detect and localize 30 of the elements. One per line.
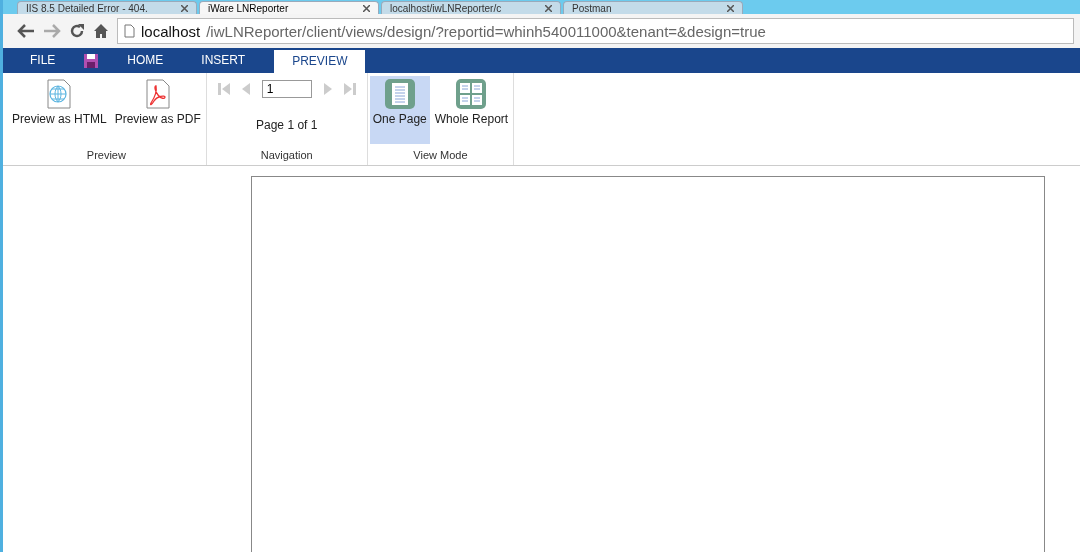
menu-tab[interactable]: PREVIEW <box>274 50 366 73</box>
close-icon[interactable] <box>545 4 552 12</box>
ribbon-button[interactable]: Preview as PDF <box>111 76 204 144</box>
page-icon <box>124 24 135 38</box>
home-icon[interactable] <box>93 23 109 39</box>
browser-tab[interactable]: iWare LNReporter <box>199 1 379 14</box>
menu-tab[interactable]: HOME <box>108 48 183 73</box>
ribbon-button[interactable]: One Page <box>369 76 430 144</box>
ribbon-button[interactable]: Whole Report <box>431 76 512 144</box>
reload-icon[interactable] <box>69 23 85 39</box>
browser-tab[interactable]: Postman <box>563 1 743 14</box>
close-icon[interactable] <box>727 4 734 12</box>
page-number-field[interactable]: 1 <box>261 80 312 98</box>
page-status: Page 1 of 1 <box>256 118 318 132</box>
menu-tab[interactable]: INSERT <box>182 48 265 73</box>
address-bar[interactable]: localhost /iwLNReporter/client/views/design/?reportid=whinh540011000&tenant=&design=true <box>117 18 1074 44</box>
browser-tab[interactable]: localhost/iwLNReporter/c <box>381 1 561 14</box>
group-label: Navigation <box>260 149 313 161</box>
menu-tab[interactable]: FILE <box>11 48 75 73</box>
close-icon[interactable] <box>181 4 188 12</box>
multi-page-icon <box>456 79 487 109</box>
group-label: Preview <box>86 149 126 161</box>
browser-tab[interactable]: IIS 8.5 Detailed Error - 404. <box>17 1 197 14</box>
pdf-document-icon <box>144 79 171 109</box>
single-page-icon <box>384 79 415 109</box>
back-icon[interactable] <box>17 24 35 38</box>
close-icon[interactable] <box>363 4 370 12</box>
ribbon-button[interactable]: Preview as HTML <box>9 76 110 144</box>
group-label: View Mode <box>413 149 468 161</box>
globe-document-icon <box>46 79 73 109</box>
